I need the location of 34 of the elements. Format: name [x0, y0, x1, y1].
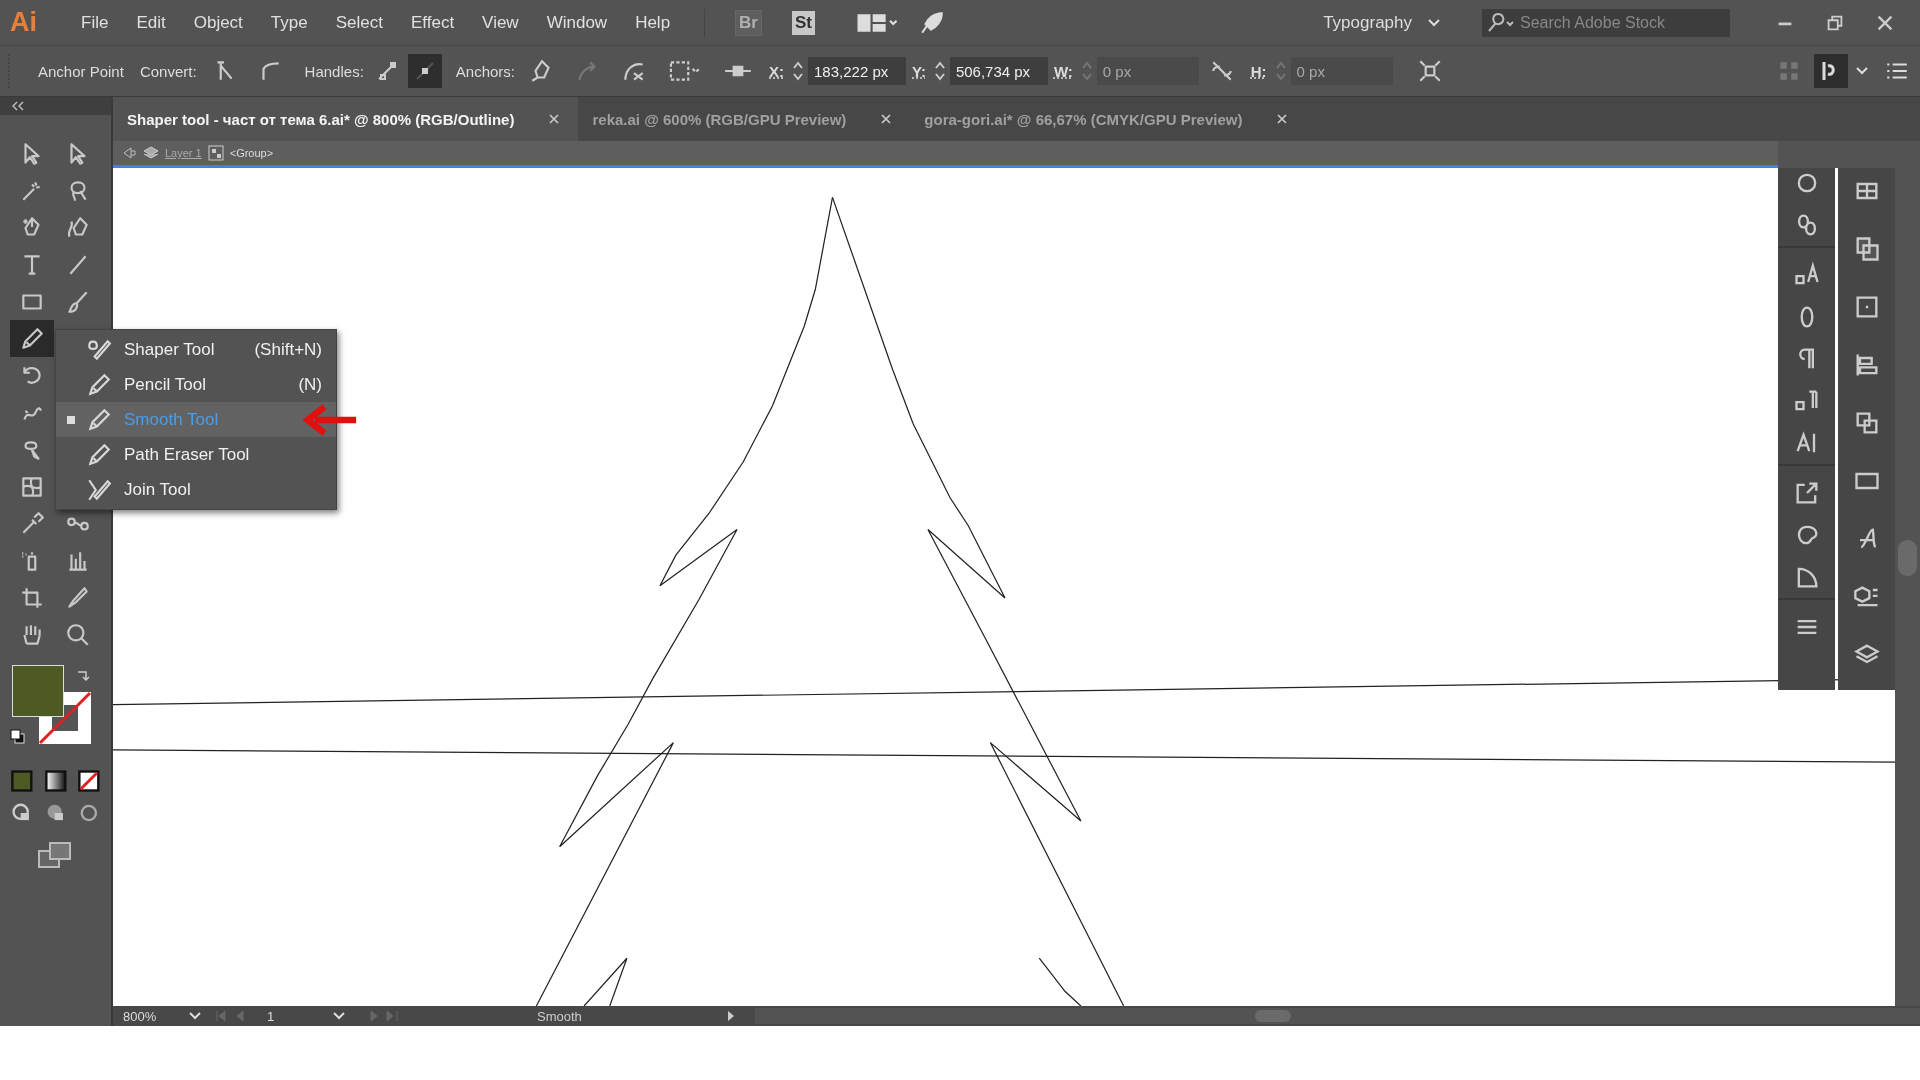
tool-name-label: Anchor Point	[38, 62, 124, 80]
zoom-field[interactable]: 800%	[113, 1008, 183, 1024]
menu-item[interactable]: Type	[256, 12, 322, 33]
flyout-menu-item[interactable]: Join Tool	[56, 472, 336, 507]
document-tab[interactable]: Shaper tool - част от тема 6.ai* @ 800% (RGB/Outline)	[113, 97, 579, 141]
convert-label: Convert:	[139, 62, 197, 80]
menu-item[interactable]: Object	[179, 12, 257, 33]
menu-item[interactable]: File	[67, 12, 123, 33]
y-label: Y:	[912, 62, 926, 80]
menu-item[interactable]: Help	[621, 12, 685, 33]
x-label: X:	[769, 62, 784, 80]
flyout-menu-item[interactable]: Shaper Tool (Shift+N)	[56, 332, 336, 367]
bridge-button[interactable]: Br	[735, 9, 762, 36]
menu-item[interactable]: Edit	[122, 12, 180, 33]
y-field[interactable]: 506,734 px	[949, 57, 1048, 85]
handles-label: Handles:	[304, 62, 364, 80]
workspace-switcher[interactable]: Typography	[1317, 11, 1452, 34]
menu-item[interactable]: Select	[321, 12, 397, 33]
flyout-menu-item[interactable]: Pencil Tool (N)	[56, 367, 336, 402]
search-box[interactable]: Search Adobe Stock	[1482, 8, 1730, 37]
x-field[interactable]: 183,222 px	[808, 57, 906, 85]
menu-item[interactable]: Window	[532, 12, 622, 33]
artboard-number-field[interactable]: 1	[263, 1008, 327, 1024]
flyout-menu-item[interactable]: Path Eraser Tool	[56, 437, 336, 472]
w-label: W:	[1053, 62, 1073, 80]
anchors-label: Anchors:	[455, 62, 515, 80]
search-field[interactable]: Search Adobe Stock	[1520, 8, 1730, 37]
stock-button[interactable]: St	[792, 10, 815, 35]
h-label: H:	[1250, 62, 1267, 80]
menu-item[interactable]: View	[468, 12, 533, 33]
menu-item[interactable]: Effect	[396, 12, 469, 33]
group-label: <Group>	[229, 147, 274, 159]
current-tool-status: Smooth	[536, 1008, 583, 1024]
app-logo: Ai	[10, 7, 37, 38]
